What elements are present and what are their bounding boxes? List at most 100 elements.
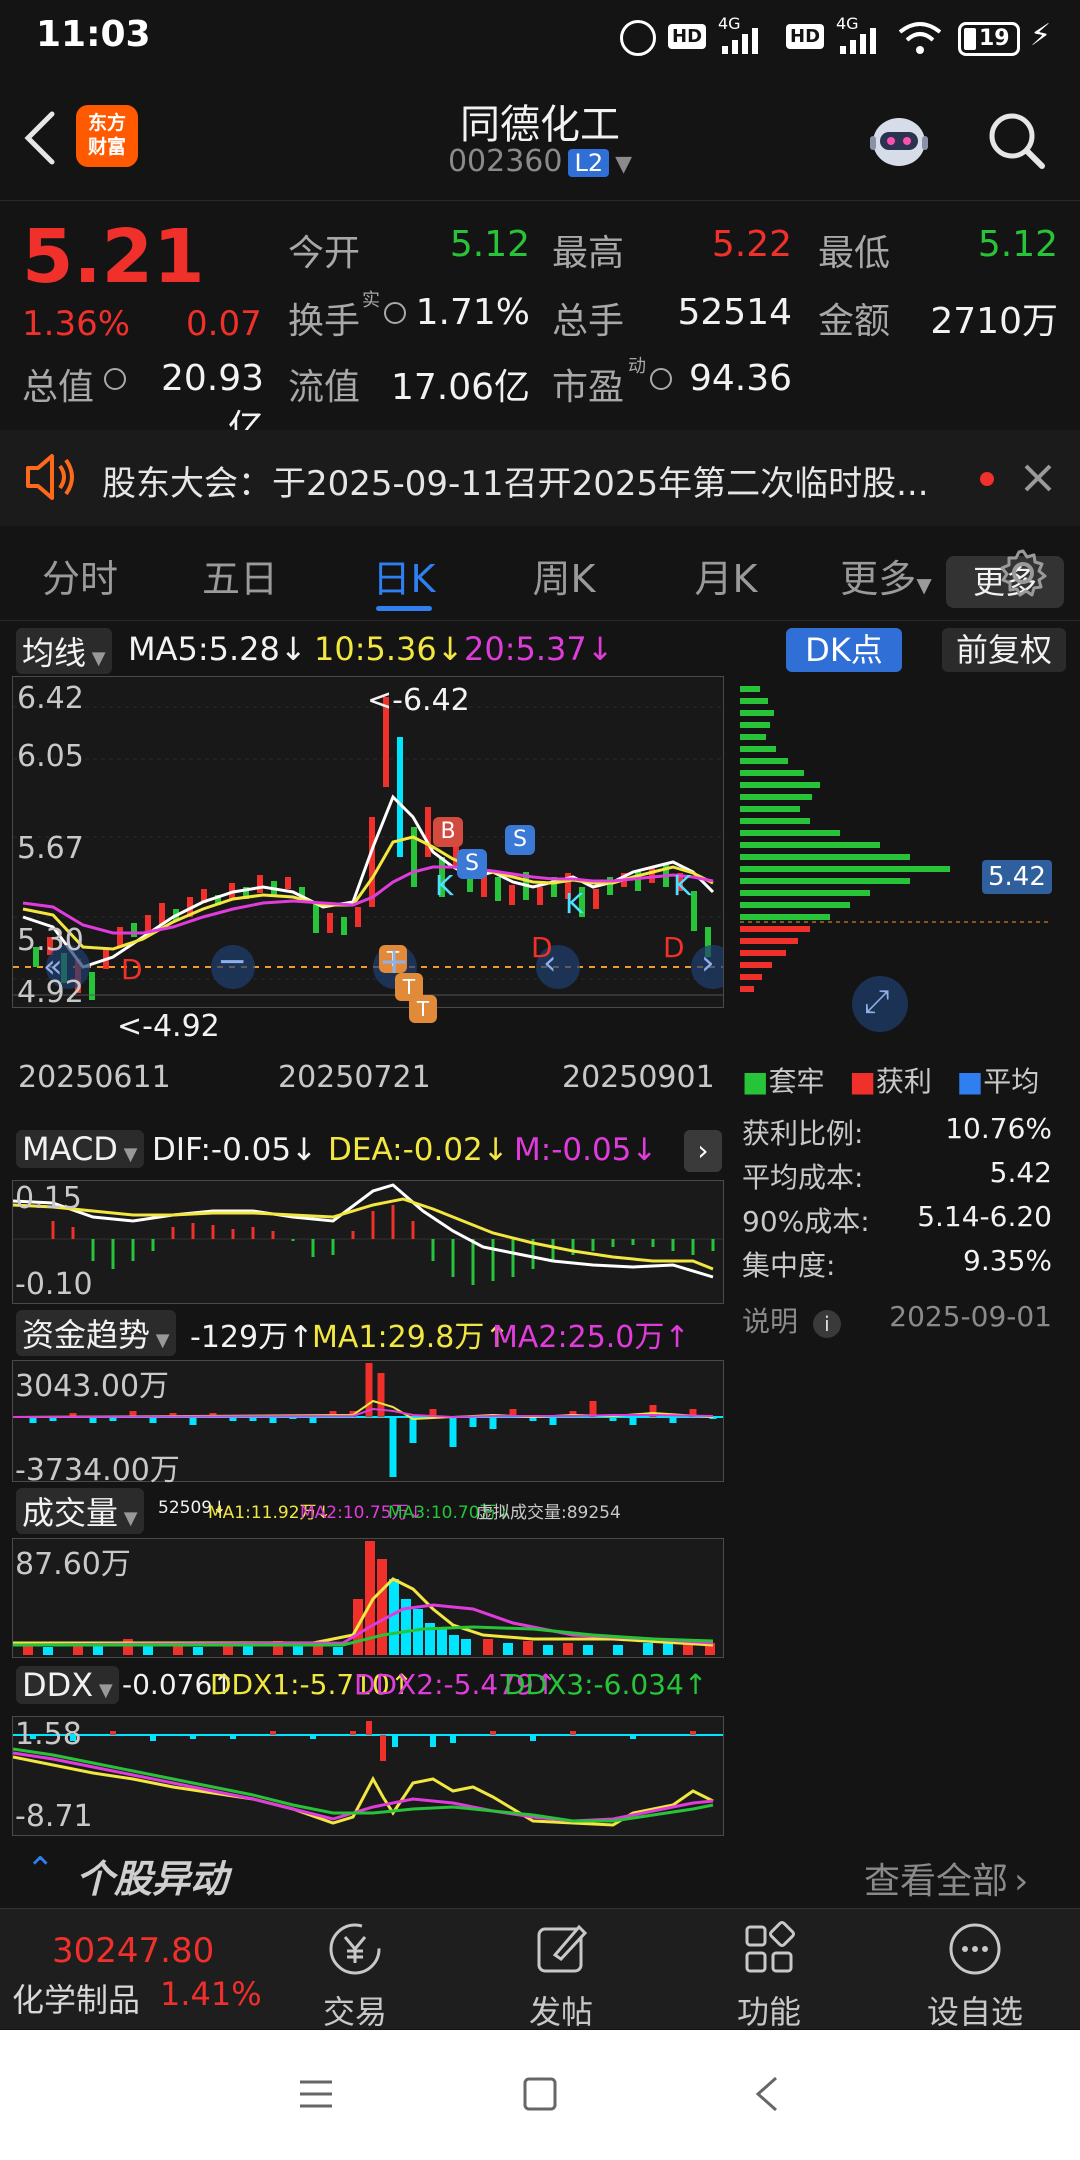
average-cost-tag: 5.42 (982, 860, 1052, 894)
tab-weekly-k[interactable]: 周K (494, 548, 634, 603)
chevron-down-icon: ▼ (117, 1144, 138, 1165)
volume-value: 52514 (677, 292, 792, 333)
prev-icon[interactable]: ‹ (543, 943, 557, 983)
macd-m: M:-0.05↓ (514, 1132, 657, 1168)
nav-post-label: 发帖 (528, 1993, 593, 2031)
signal-k-label: K (565, 887, 584, 920)
fund-selector[interactable]: 资金趋势 ▼ (16, 1310, 176, 1356)
anomaly-title: 个股异动 (76, 1857, 229, 1901)
next-icon[interactable]: › (701, 943, 715, 983)
quote-panel: 5.21 1.36% 0.07 今开 5.12 最高 5.22 最低 5.12 … (0, 200, 1080, 608)
chip-date: 2025-09-01 (889, 1300, 1052, 1333)
signal-t-badge[interactable]: T (409, 995, 437, 1023)
fund-trend-chart[interactable]: 3043.00万 -3734.00万 (12, 1360, 724, 1488)
index-widget[interactable]: 30247.80 化学制品 1.41% (0, 1909, 262, 2029)
arrow-down-icon: ↓ (279, 630, 307, 668)
view-all-link[interactable]: 查看全部 › (864, 1852, 1028, 1904)
dk-point-button[interactable]: DK点 (786, 628, 902, 672)
tab-intraday[interactable]: 分时 (10, 548, 150, 603)
turnover-label: 换手 (288, 301, 361, 342)
stock-anomaly-strip[interactable]: ⌃ 个股异动 查看全部 › (0, 1844, 1080, 1906)
legend-trapped: 套牢 (768, 1065, 825, 1098)
index-percent: 1.41% (160, 1975, 262, 2013)
macd-svg (12, 1183, 723, 1285)
change-amount: 0.07 (186, 304, 262, 344)
chevron-right-icon[interactable]: › (684, 1130, 722, 1172)
macd-selector[interactable]: MACD ▼ (16, 1130, 144, 1168)
chip-distribution-panel[interactable]: 5.42 ⤢ (740, 676, 1052, 1046)
ddx-chart[interactable]: 1.58 -8.71 (12, 1716, 724, 1836)
volume-legend-row: 成交量 ▼ 52509↓ MA1:11.92万↓ MA2:10.75万↓ MA3… (12, 1488, 722, 1534)
tab-five-day[interactable]: 五日 (170, 548, 310, 603)
low-label: 最低 (818, 233, 891, 274)
y-tick: -3734.00万 (15, 1453, 180, 1488)
tab-more[interactable]: 更多▼ (816, 548, 956, 603)
volume-value-label: 52509 (158, 1498, 213, 1518)
info-icon[interactable]: i (812, 1310, 841, 1338)
volume-chart[interactable]: 87.60万 (12, 1538, 724, 1658)
ma-legend-row: 均线 ▼ MA5:5.28↓ 10:5.36↓ 20:5.37↓ DK点 前复权 (12, 628, 1078, 674)
macd-legend-row: MACD ▼ DIF:-0.05↓ DEA:-0.02↓ M:-0.05↓ › (12, 1130, 722, 1172)
info-icon[interactable] (384, 302, 406, 324)
app-logo: 东方 财富 (76, 105, 138, 167)
home-icon[interactable] (522, 2076, 558, 2112)
yen-circle-icon (329, 1923, 381, 1975)
macd-chart[interactable]: 0.15 -0.10 (12, 1180, 724, 1304)
chip-stat-label: 平均成本: (742, 1161, 864, 1194)
nav-trade-label: 交易 (322, 1993, 387, 2031)
tab-monthly-k[interactable]: 月K (656, 548, 796, 603)
search-icon[interactable] (986, 110, 1046, 170)
nav-function-label: 功能 (736, 1993, 801, 2031)
chip-note-row[interactable]: 说明 i 2025-09-01 (742, 1300, 1052, 1340)
back-icon[interactable] (20, 110, 60, 166)
signal-buy-badge[interactable]: B (433, 817, 463, 847)
macd-m-label: M:-0.05 (514, 1132, 632, 1168)
kline-chart[interactable]: 6.42 6.05 5.67 5.30 4.92 <-6.42 <-4.92 B… (12, 676, 724, 1044)
signal-sell-badge[interactable]: S (505, 825, 535, 855)
y-tick: -8.71 (15, 1799, 93, 1834)
expand-icon[interactable]: ⤢ (864, 982, 890, 1021)
volume-selector[interactable]: 成交量 ▼ (16, 1488, 144, 1534)
info-icon-pe[interactable] (650, 368, 672, 390)
ma5-label: MA5:5.28 (128, 630, 280, 668)
nav-function[interactable]: 功能 (694, 1909, 844, 2033)
kline-svg (13, 697, 723, 1000)
arrow-up-icon: ↑ (664, 1320, 690, 1355)
back-nav-icon[interactable] (754, 2076, 780, 2112)
arrow-down-icon: ↓ (436, 630, 464, 668)
close-icon[interactable] (1022, 462, 1054, 494)
ddx-svg (12, 1721, 723, 1827)
stock-code-row[interactable]: 002360 L2 ▼ (340, 144, 740, 179)
menu-icon[interactable] (298, 2078, 334, 2110)
volume-selector-label: 成交量 (22, 1494, 119, 1532)
nav-trade[interactable]: 交易 (280, 1909, 430, 2033)
index-value: 30247.80 (52, 1931, 215, 1971)
arrow-down-icon: ↓ (291, 1132, 318, 1168)
open-label: 今开 (288, 233, 361, 274)
ddx3-label: DDX3:-6.034 (504, 1668, 684, 1701)
info-icon-market-cap[interactable] (104, 368, 126, 390)
scroll-left-icon[interactable]: « (43, 947, 63, 985)
tab-daily-k[interactable]: 日K (334, 548, 474, 603)
arrow-up-icon: ↑ (683, 1668, 708, 1701)
adjust-button[interactable]: 前复权 (942, 628, 1066, 672)
x-tick: 20250611 (18, 1060, 171, 1095)
ma-selector[interactable]: 均线 ▼ (16, 628, 112, 674)
macd-dif-label: DIF:-0.05 (152, 1132, 292, 1168)
signal-d-label: D (663, 931, 685, 964)
alarm-icon (620, 20, 656, 56)
gear-icon[interactable] (998, 548, 1048, 598)
notice-bar[interactable]: 股东大会：于2025-09-11召开2025年第二次临时股... (0, 430, 1080, 526)
robot-assistant-icon[interactable] (864, 106, 934, 170)
signal-sell-badge[interactable]: S (457, 849, 487, 879)
zoom-out-icon[interactable]: − (217, 941, 247, 982)
nav-post[interactable]: 发帖 (486, 1909, 636, 2033)
fund-ma2: MA2:25.0万↑ (492, 1312, 690, 1356)
nav-add-watchlist[interactable]: 设自选 (900, 1909, 1050, 2033)
signal-k-label: K (673, 869, 692, 902)
tab-more-label: 更多 (840, 557, 917, 601)
chip-stat-label: 集中度: (742, 1249, 836, 1282)
ddx-selector[interactable]: DDX ▼ (16, 1666, 119, 1704)
y-tick: 0.15 (15, 1181, 82, 1216)
zoom-in-icon[interactable]: + (379, 941, 409, 982)
